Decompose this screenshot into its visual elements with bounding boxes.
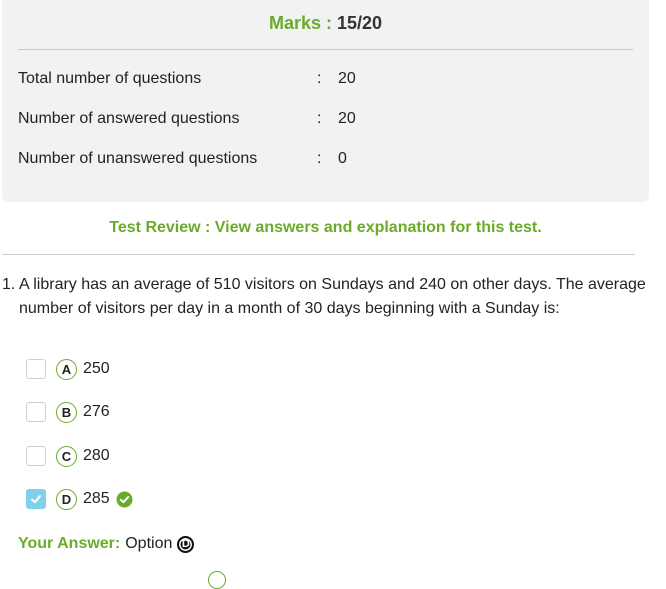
checkmark-icon: [31, 495, 41, 504]
your-answer-label: Your Answer:: [18, 535, 121, 552]
summary-row-value: 0: [338, 150, 347, 167]
option-b-text: 276: [83, 403, 110, 420]
question-number: 1.: [2, 276, 16, 293]
your-answer-row: Your Answer: Option D: [18, 535, 195, 553]
option-letter-badge: D: [56, 488, 77, 510]
summary-row-label: Number of answered questions: [18, 110, 240, 127]
section-divider: [2, 254, 635, 255]
summary-row-answered: Number of answered questions : 20: [18, 110, 356, 128]
summary-row-colon: :: [317, 110, 322, 127]
marks-label: Marks :: [268, 13, 332, 33]
option-c-checkbox[interactable]: [26, 446, 46, 466]
your-answer-letter-badge: D: [177, 535, 195, 553]
summary-row-colon: :: [317, 70, 322, 87]
option-a[interactable]: A 250: [26, 357, 110, 381]
marks-heading: Marks : 15/20: [2, 13, 649, 34]
summary-row-label: Total number of questions: [18, 70, 202, 87]
option-letter-badge: A: [56, 358, 77, 380]
summary-row-colon: :: [317, 150, 322, 167]
question-text: A library has an average of 510 visitors…: [19, 276, 646, 317]
option-b[interactable]: B 276: [26, 400, 110, 424]
correct-check-icon: [116, 491, 133, 508]
marks-value: 15/20: [337, 13, 383, 33]
summary-row-unanswered: Number of unanswered questions : 0: [18, 150, 347, 168]
summary-divider: [18, 49, 633, 50]
summary-row-label: Number of unanswered questions: [18, 150, 258, 167]
option-b-checkbox[interactable]: [26, 402, 46, 422]
correct-answer-badge-partial: [208, 571, 226, 589]
your-answer-option-word: Option: [125, 535, 173, 552]
option-c[interactable]: C 280: [26, 444, 110, 468]
summary-row-value: 20: [338, 110, 356, 127]
option-a-text: 250: [83, 360, 110, 377]
option-c-text: 280: [83, 447, 110, 464]
option-letter-badge: C: [56, 445, 77, 467]
summary-row-value: 20: [338, 70, 356, 87]
summary-row-total: Total number of questions : 20: [18, 70, 356, 88]
option-d[interactable]: D 285: [26, 487, 133, 511]
option-d-checkbox[interactable]: [26, 489, 46, 509]
question-text-block: 1. A library has an average of 510 visit…: [2, 273, 650, 321]
option-d-text: 285: [83, 490, 110, 507]
option-letter-badge: B: [56, 401, 77, 423]
option-a-checkbox[interactable]: [26, 359, 46, 379]
result-summary-panel: Marks : 15/20 Total number of questions …: [2, 0, 649, 202]
test-review-link[interactable]: Test Review : View answers and explanati…: [0, 219, 651, 237]
